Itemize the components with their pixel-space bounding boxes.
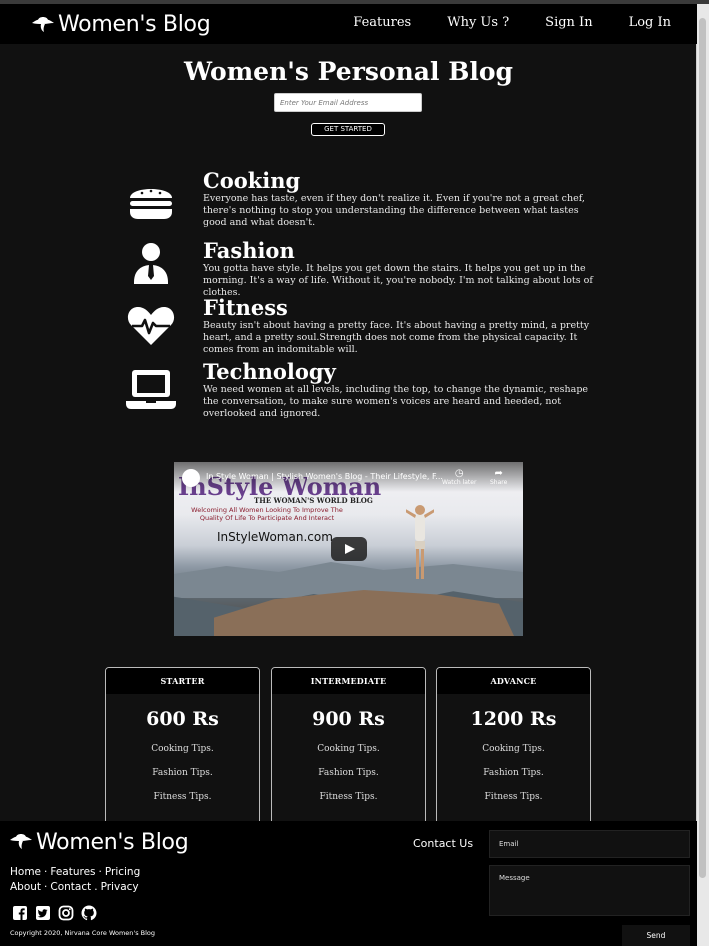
separator: . bbox=[94, 881, 98, 893]
plan-feature: Fashion Tips. bbox=[152, 768, 213, 778]
youtube-video-embed[interactable]: InStyle Woman THE WOMAN'S WORLD BLOG Wel… bbox=[174, 462, 523, 636]
feature-text: We need women at all levels, including t… bbox=[203, 384, 589, 419]
feature-title: Cooking bbox=[203, 168, 301, 193]
feature-title: Fashion bbox=[203, 238, 295, 263]
footer: Women's Blog Home · Features · Pricing About… bbox=[0, 821, 697, 946]
thumbnail-site: InStyleWoman.com bbox=[217, 530, 333, 544]
brand-logo[interactable]: Women's Blog bbox=[30, 10, 211, 38]
navbar: Women's Blog Features Why Us ? Sign In L… bbox=[0, 4, 697, 44]
plan-name: STARTER bbox=[106, 668, 259, 694]
laptop-icon bbox=[124, 363, 178, 417]
footer-links: Home · Features · Pricing About · Contact. Priv… bbox=[10, 865, 140, 895]
plan-feature: Fitness Tips. bbox=[484, 792, 543, 802]
separator: · bbox=[44, 866, 48, 878]
nav-link-log-in[interactable]: Log In bbox=[629, 15, 671, 30]
footer-link-contact[interactable]: Contact bbox=[50, 881, 91, 893]
contact-email-field[interactable] bbox=[489, 830, 690, 858]
clock-icon: ◷ bbox=[454, 468, 464, 479]
plan-feature: Fashion Tips. bbox=[483, 768, 544, 778]
share-label: Share bbox=[490, 479, 508, 486]
watch-later-button[interactable]: ◷ Watch later bbox=[442, 468, 476, 486]
separator: · bbox=[98, 866, 102, 878]
plan-price: 1200 Rs bbox=[470, 708, 557, 730]
pricing-card-starter: STARTER 600 Rs Cooking Tips. Fashion Tip… bbox=[105, 667, 260, 837]
footer-link-home[interactable]: Home bbox=[10, 866, 41, 878]
footer-link-about[interactable]: About bbox=[10, 881, 41, 893]
plan-name: INTERMEDIATE bbox=[272, 668, 425, 694]
play-button[interactable] bbox=[331, 537, 367, 561]
thumbnail-person bbox=[406, 505, 434, 579]
feature-title: Fitness bbox=[203, 295, 288, 320]
send-button[interactable]: Send bbox=[622, 925, 690, 946]
plan-name: ADVANCE bbox=[437, 668, 590, 694]
separator: · bbox=[44, 881, 48, 893]
plan-price: 600 Rs bbox=[146, 708, 219, 730]
share-arrow-icon: ➦ bbox=[494, 468, 503, 479]
plan-feature: Fitness Tips. bbox=[319, 792, 378, 802]
hat-lady-logo-icon bbox=[30, 14, 56, 34]
get-started-button[interactable]: GET STARTED bbox=[311, 123, 385, 136]
heartbeat-icon bbox=[124, 299, 178, 353]
email-input[interactable] bbox=[274, 93, 422, 112]
footer-link-features[interactable]: Features bbox=[50, 866, 95, 878]
hat-lady-logo-icon bbox=[8, 831, 34, 855]
page-scrollbar[interactable] bbox=[696, 4, 709, 946]
page-title: Women's Personal Blog bbox=[184, 57, 513, 86]
feature-text: Beauty isn't about having a pretty face.… bbox=[203, 320, 590, 355]
pricing-card-intermediate: INTERMEDIATE 900 Rs Cooking Tips. Fashio… bbox=[271, 667, 426, 837]
brand-name: Women's Blog bbox=[58, 11, 211, 37]
facebook-icon[interactable] bbox=[12, 905, 28, 921]
plan-feature: Cooking Tips. bbox=[482, 744, 545, 754]
social-links bbox=[12, 905, 97, 921]
nav-link-sign-in[interactable]: Sign In bbox=[545, 15, 592, 30]
feature-text: Everyone has taste, even if they don't r… bbox=[203, 193, 585, 228]
github-icon[interactable] bbox=[81, 905, 97, 921]
plan-feature: Fashion Tips. bbox=[318, 768, 379, 778]
scrollbar-thumb[interactable] bbox=[699, 18, 706, 878]
feature-title: Technology bbox=[203, 359, 336, 384]
plan-feature: Fitness Tips. bbox=[153, 792, 212, 802]
instagram-icon[interactable] bbox=[58, 905, 74, 921]
thumbnail-welcome: Welcoming All Women Looking To Improve T… bbox=[191, 506, 343, 522]
footer-brand-name: Women's Blog bbox=[36, 830, 189, 855]
nav-link-why-us[interactable]: Why Us ? bbox=[447, 15, 509, 30]
twitter-icon[interactable] bbox=[35, 905, 51, 921]
plan-feature: Cooking Tips. bbox=[317, 744, 380, 754]
plan-price: 900 Rs bbox=[312, 708, 385, 730]
channel-avatar[interactable] bbox=[182, 469, 200, 487]
video-title[interactable]: In Style Woman | Stylish Women's Blog - … bbox=[206, 472, 443, 481]
thumbnail-subtitle: THE WOMAN'S WORLD BLOG bbox=[254, 496, 373, 505]
nav-link-features[interactable]: Features bbox=[353, 15, 411, 30]
pricing-card-advance: ADVANCE 1200 Rs Cooking Tips. Fashion Ti… bbox=[436, 667, 591, 837]
copyright: Copyright 2020, Nirvana Core Women's Blo… bbox=[10, 929, 156, 937]
contact-us-label: Contact Us bbox=[413, 837, 474, 850]
contact-message-field[interactable] bbox=[489, 865, 690, 916]
footer-logo[interactable]: Women's Blog bbox=[8, 830, 189, 855]
burger-icon bbox=[124, 174, 178, 228]
footer-link-privacy[interactable]: Privacy bbox=[101, 881, 139, 893]
nav-links: Features Why Us ? Sign In Log In bbox=[317, 15, 671, 30]
feature-text: You gotta have style. It helps you get d… bbox=[203, 263, 593, 298]
plan-feature: Cooking Tips. bbox=[151, 744, 214, 754]
user-tie-icon bbox=[124, 240, 178, 294]
footer-link-pricing[interactable]: Pricing bbox=[105, 866, 140, 878]
share-button[interactable]: ➦ Share bbox=[490, 468, 507, 486]
watch-later-label: Watch later bbox=[442, 479, 477, 486]
